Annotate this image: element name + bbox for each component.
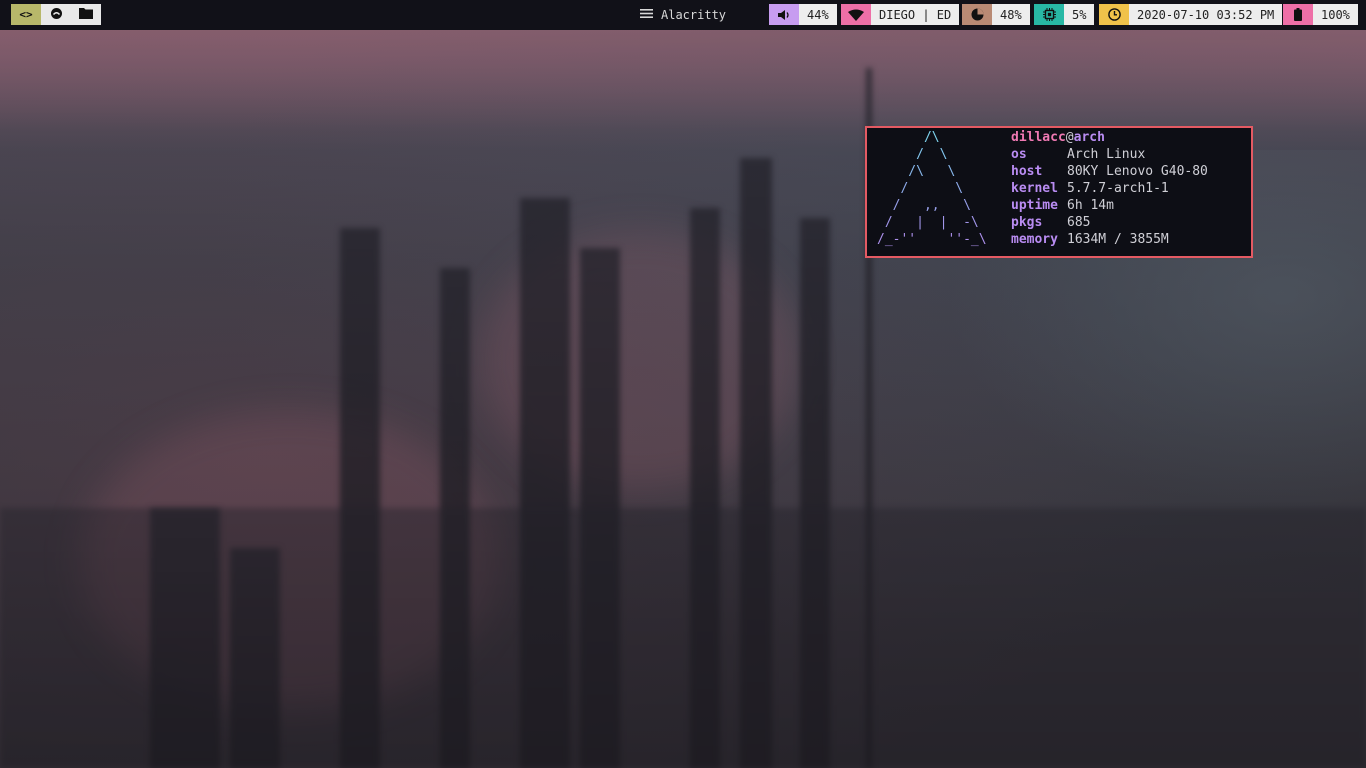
volume-module[interactable]: 44% — [769, 4, 837, 25]
date-value: 2020-07-10 03:52 PM — [1129, 4, 1283, 25]
system-info: dillacc @ arch os Arch Linux host 80KY Lenov… — [1011, 129, 1208, 248]
terminal-window[interactable]: /\ / \ /\ \ / \ / ,, \ / | | -\ /_-'' ''… — [865, 126, 1253, 258]
at-sign: @ — [1065, 130, 1074, 145]
workspace-3-button[interactable] — [71, 4, 101, 25]
info-value: 80KY Lenovo G40-80 — [1067, 164, 1208, 179]
circle-icon — [50, 7, 63, 23]
ascii-line: /\ — [877, 130, 940, 145]
info-value: 685 — [1067, 215, 1091, 230]
ascii-line: / ,, \ — [877, 198, 971, 213]
wifi-icon — [841, 4, 871, 25]
code-icon: <> — [19, 8, 33, 21]
folder-icon — [79, 7, 93, 22]
info-row-os: os Arch Linux — [1011, 146, 1208, 163]
arch-logo-ascii: /\ / \ /\ \ / \ / ,, \ / | | -\ /_-'' ''… — [877, 129, 987, 248]
info-key: uptime — [1011, 198, 1058, 213]
battery-module[interactable]: 100% — [1283, 4, 1358, 25]
info-row-host: host 80KY Lenovo G40-80 — [1011, 163, 1208, 180]
ascii-line: / | | -\ — [877, 215, 979, 230]
top-bar: <> Alacritty 44% DIEGO | ED 48% 5% 2020-… — [0, 0, 1366, 30]
cpu-module[interactable]: 5% — [1034, 4, 1095, 25]
info-row-kernel: kernel 5.7.7-arch1-1 — [1011, 180, 1208, 197]
info-value: 6h 14m — [1067, 198, 1114, 213]
clock-icon — [1099, 4, 1129, 25]
info-row-uptime: uptime 6h 14m — [1011, 197, 1208, 214]
info-key: os — [1011, 147, 1027, 162]
ascii-line: /_-'' ''-_\ — [877, 232, 987, 247]
ascii-line: /\ \ — [877, 164, 956, 179]
window-title-text: Alacritty — [661, 7, 727, 22]
info-value: Arch Linux — [1067, 147, 1146, 162]
user-host-line: dillacc @ arch — [1011, 129, 1208, 146]
ascii-line: / \ — [877, 147, 948, 162]
window-title: Alacritty — [640, 4, 726, 25]
volume-icon — [769, 4, 799, 25]
info-row-pkgs: pkgs 685 — [1011, 214, 1208, 231]
date-module[interactable]: 2020-07-10 03:52 PM — [1099, 4, 1283, 25]
network-value: DIEGO | ED — [871, 4, 960, 25]
info-key: pkgs — [1011, 215, 1043, 230]
memory-value: 48% — [992, 4, 1030, 25]
cpu-icon — [1034, 4, 1064, 25]
cpu-value: 5% — [1064, 4, 1095, 25]
pie-chart-icon — [962, 4, 992, 25]
username: dillacc — [1011, 130, 1066, 145]
wallpaper-building — [0, 508, 1366, 768]
info-key: kernel — [1011, 181, 1058, 196]
info-value: 1634M / 3855M — [1067, 232, 1169, 247]
workspace-1-button[interactable]: <> — [11, 4, 41, 25]
menu-icon[interactable] — [640, 8, 653, 22]
info-key: memory — [1011, 232, 1058, 247]
info-key: host — [1011, 164, 1043, 179]
battery-value: 100% — [1313, 4, 1358, 25]
hostname: arch — [1073, 130, 1105, 145]
workspace-2-button[interactable] — [41, 4, 71, 25]
network-module[interactable]: DIEGO | ED — [841, 4, 960, 25]
volume-value: 44% — [799, 4, 837, 25]
battery-icon — [1283, 4, 1313, 25]
memory-module[interactable]: 48% — [962, 4, 1030, 25]
info-row-memory: memory 1634M / 3855M — [1011, 231, 1208, 248]
info-value: 5.7.7-arch1-1 — [1067, 181, 1169, 196]
ascii-line: / \ — [877, 181, 964, 196]
